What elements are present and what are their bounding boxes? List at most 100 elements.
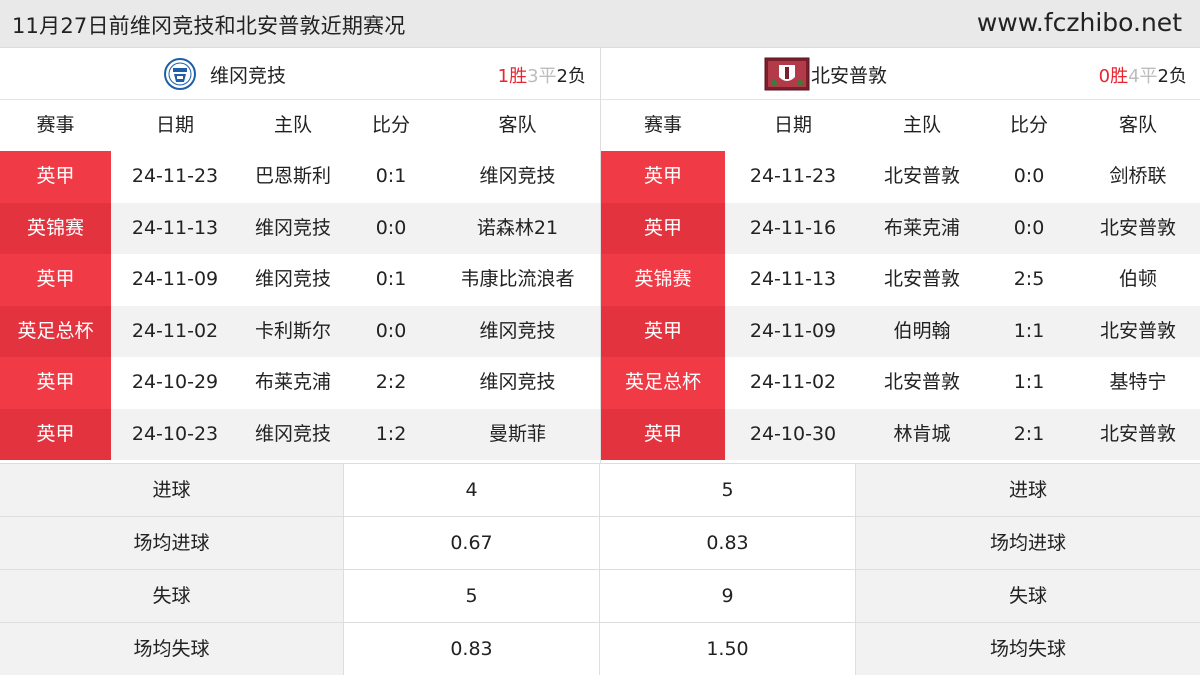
site-link[interactable]: www.fczhibo.net (977, 8, 1182, 37)
away-team: 北安普敦 (1099, 422, 1176, 445)
table-row[interactable]: 英甲 24-10-23 维冈竞技 1:2 曼斯菲 (0, 408, 600, 460)
match-score: 2:5 (1013, 268, 1045, 290)
col-league: 赛事 (36, 114, 75, 136)
losses-right: 2 (1157, 66, 1169, 87)
away-team: 伯顿 (1118, 268, 1157, 290)
home-team: 维冈竞技 (254, 422, 331, 445)
team-header-right: 北安普敦 0胜4平2负 (601, 48, 1200, 100)
table-row[interactable]: 英甲 24-11-16 布莱克浦 0:0 北安普敦 (601, 202, 1200, 254)
table-row[interactable]: 英甲 24-11-23 巴恩斯利 0:1 维冈竞技 (0, 151, 600, 203)
table-row[interactable]: 英甲 24-10-29 布莱克浦 2:2 维冈竞技 (0, 357, 600, 409)
match-score: 2:2 (375, 371, 407, 393)
wins-right: 0 (1098, 66, 1111, 87)
stat-value-left: 5 (344, 570, 600, 623)
table-row[interactable]: 英甲 24-11-09 维冈竞技 0:1 韦康比流浪者 (0, 254, 600, 306)
league-badge: 英甲 (601, 151, 725, 203)
match-date: 24-10-29 (131, 371, 219, 393)
column-headers-right: 赛事 日期 主队 比分 客队 (601, 100, 1200, 151)
stat-value-right: 0.83 (600, 517, 856, 570)
losses-label-right: 负 (1169, 66, 1187, 87)
match-score: 1:2 (375, 422, 407, 445)
table-row[interactable]: 英锦赛 24-11-13 维冈竞技 0:0 诺森林21 (0, 202, 600, 254)
match-score: 0:0 (375, 319, 407, 342)
col-score: 比分 (1009, 114, 1048, 136)
away-team: 基特宁 (1109, 371, 1167, 393)
stat-label-left: 失球 (0, 570, 344, 623)
match-date: 24-11-02 (131, 319, 219, 342)
match-date: 24-11-02 (749, 371, 837, 393)
table-row[interactable]: 英甲 24-11-09 伯明翰 1:1 北安普敦 (601, 305, 1200, 357)
wigan-crest-icon (164, 58, 196, 90)
league-badge: 英甲 (601, 408, 725, 460)
home-team: 北安普敦 (883, 268, 960, 290)
stat-value-right: 1.50 (600, 623, 856, 675)
league-badge: 英足总杯 (0, 305, 111, 357)
match-date: 24-11-23 (131, 165, 219, 187)
away-team: 维冈竞技 (479, 371, 556, 393)
draws-right: 4 (1128, 66, 1140, 87)
stat-label-left: 场均失球 (0, 623, 344, 675)
col-date: 日期 (155, 114, 194, 136)
league-badge: 英甲 (0, 357, 111, 409)
away-team: 曼斯菲 (488, 422, 546, 445)
top-bar: 11月27日前维冈竞技和北安普敦近期赛况 www.fczhibo.net (0, 0, 1200, 48)
table-row[interactable]: 英锦赛 24-11-13 北安普敦 2:5 伯顿 (601, 254, 1200, 306)
col-league: 赛事 (643, 114, 682, 136)
team-name-left: 维冈竞技 (210, 65, 287, 87)
stats-row-goals: 进球 4 5 进球 (0, 463, 1200, 517)
match-date: 24-11-09 (749, 319, 837, 342)
league-badge: 英甲 (0, 254, 111, 306)
match-score: 0:1 (375, 165, 407, 187)
match-date: 24-11-13 (131, 216, 219, 239)
stat-label-right: 场均失球 (856, 623, 1200, 675)
losses-label-left: 负 (568, 66, 586, 87)
table-row[interactable]: 英甲 24-10-30 林肯城 2:1 北安普敦 (601, 408, 1200, 460)
match-score: 0:0 (1013, 165, 1045, 187)
stat-value-left: 4 (344, 464, 600, 517)
team-header-left: 维冈竞技 1胜3平2负 (0, 48, 600, 100)
match-date: 24-11-13 (749, 268, 837, 290)
stats-row-avg-conceded: 场均失球 0.83 1.50 场均失球 (0, 622, 1200, 675)
home-team: 北安普敦 (883, 371, 960, 393)
home-team: 伯明翰 (893, 319, 951, 342)
col-home: 主队 (273, 114, 312, 136)
home-team: 林肯城 (893, 422, 951, 445)
home-team: 维冈竞技 (254, 268, 331, 290)
record-left: 1胜3平2负 (498, 62, 586, 88)
league-badge: 英锦赛 (0, 202, 111, 254)
column-headers-left: 赛事 日期 主队 比分 客队 (0, 100, 600, 151)
draws-left: 3 (527, 66, 539, 87)
home-team: 卡利斯尔 (254, 319, 331, 342)
col-home: 主队 (902, 114, 941, 136)
league-badge: 英足总杯 (601, 357, 725, 409)
table-row[interactable]: 英足总杯 24-11-02 卡利斯尔 0:0 维冈竞技 (0, 305, 600, 357)
stat-label-right: 场均进球 (856, 517, 1200, 570)
col-away: 客队 (1118, 114, 1157, 136)
away-team: 韦康比流浪者 (460, 268, 575, 290)
losses-left: 2 (556, 66, 568, 87)
table-row[interactable]: 英甲 24-11-23 北安普敦 0:0 剑桥联 (601, 151, 1200, 203)
match-date: 24-11-23 (749, 165, 837, 187)
record-right: 0胜4平2负 (1099, 62, 1187, 88)
league-badge: 英锦赛 (601, 254, 725, 306)
away-team: 维冈竞技 (479, 319, 556, 342)
away-team: 北安普敦 (1099, 319, 1176, 342)
col-date: 日期 (773, 114, 812, 136)
table-row[interactable]: 英足总杯 24-11-02 北安普敦 1:1 基特宁 (601, 357, 1200, 409)
stat-value-left: 0.83 (344, 623, 600, 675)
stat-value-right: 9 (600, 570, 856, 623)
right-team-panel: 北安普敦 0胜4平2负 赛事 日期 主队 比分 客队 英甲 24-11-23 北… (600, 48, 1200, 463)
stat-label-right: 进球 (856, 464, 1200, 517)
home-team: 北安普敦 (883, 165, 960, 187)
draws-label-right: 平 (1139, 66, 1158, 87)
stats-table: 进球 4 5 进球 场均进球 0.67 0.83 场均进球 失球 5 9 失球 … (0, 463, 1200, 675)
stat-label-left: 场均进球 (0, 517, 344, 570)
northampton-crest-icon (764, 57, 810, 91)
left-team-panel: 维冈竞技 1胜3平2负 赛事 日期 主队 比分 客队 英甲 24-11-23 巴… (0, 48, 600, 463)
wins-label-left: 胜 (509, 66, 528, 87)
stats-row-conceded: 失球 5 9 失球 (0, 569, 1200, 623)
away-team: 维冈竞技 (479, 165, 556, 187)
match-date: 24-11-16 (749, 216, 837, 239)
home-team: 布莱克浦 (254, 371, 331, 393)
match-score: 0:0 (1013, 216, 1045, 239)
